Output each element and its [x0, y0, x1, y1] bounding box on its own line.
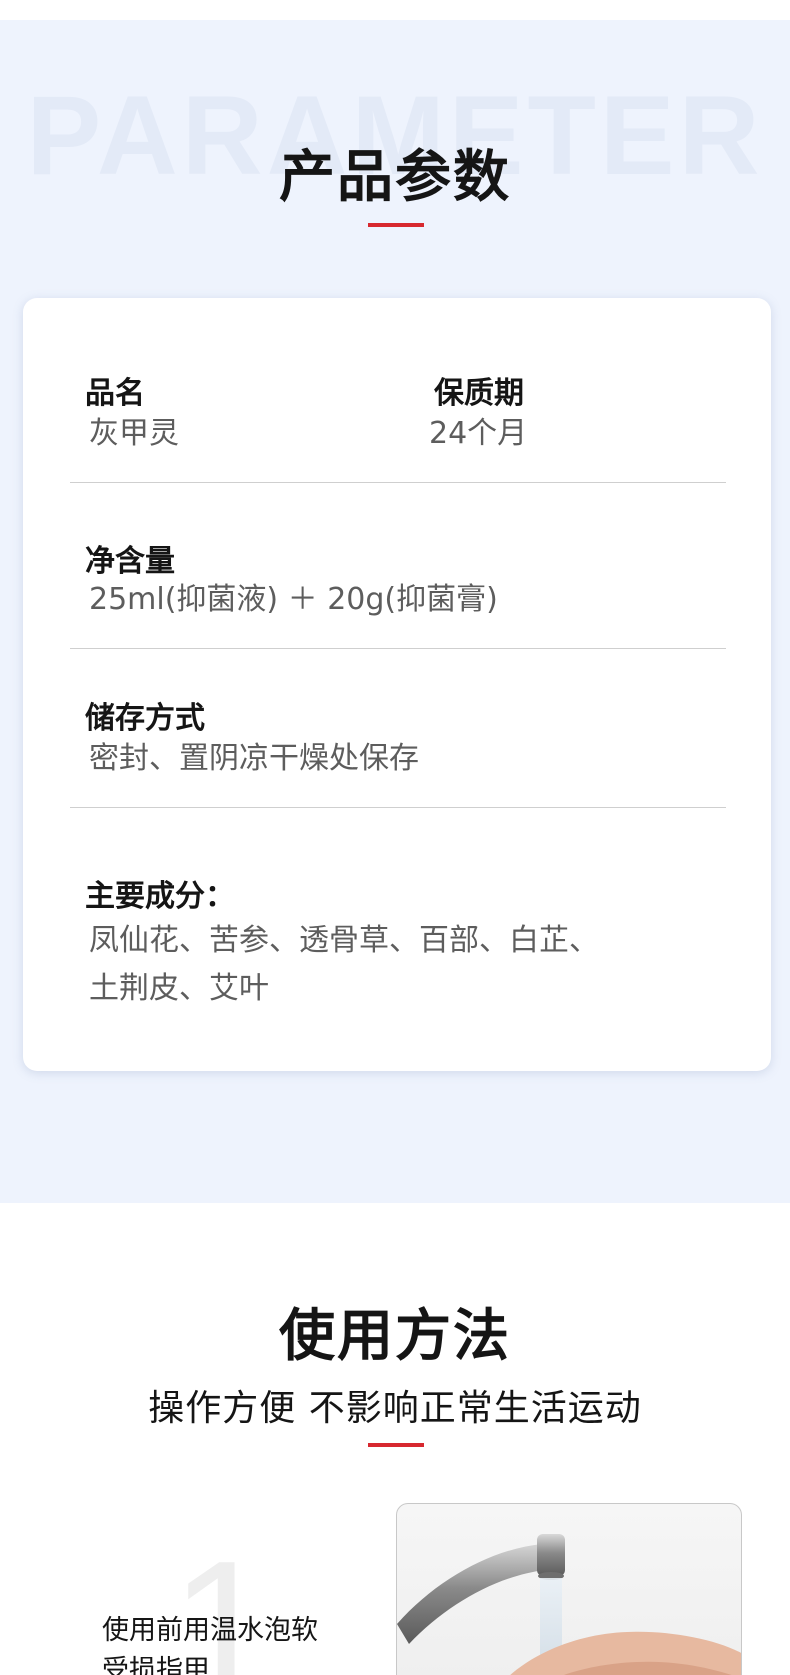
faucet-hand-wash-photo: [396, 1503, 742, 1675]
ingredients-line-1: 凤仙花、苦参、透骨草、百部、白芷、: [89, 923, 599, 958]
product-name-value: 灰甲灵: [89, 416, 179, 451]
step-description: 使用前用温水泡软 受损指甲: [102, 1611, 372, 1675]
step-text-line-2: 受损指甲: [102, 1655, 210, 1675]
storage-value: 密封、置阴凉干燥处保存: [89, 741, 419, 776]
usage-title-underline: [368, 1443, 424, 1447]
ingredients-label: 主要成分：: [85, 879, 235, 914]
divider-2: [70, 648, 726, 649]
divider-1: [70, 482, 726, 483]
faucet-hand-wash-icon: [397, 1534, 741, 1675]
shelf-life-value: 24个月: [429, 416, 528, 451]
usage-title: 使用方法: [279, 1304, 511, 1369]
step-text-line-1: 使用前用温水泡软: [102, 1615, 318, 1646]
parameters-title: 产品参数: [279, 145, 511, 210]
usage-method-section: 使用方法 操作方便 不影响正常生活运动 1 使用前用温水泡软 受损指甲: [0, 1203, 790, 1675]
divider-3: [70, 807, 726, 808]
parameters-title-underline: [368, 223, 424, 227]
net-content-label: 净含量: [85, 544, 175, 579]
product-name-label: 品名: [85, 376, 145, 411]
shelf-life-label: 保质期: [434, 376, 524, 411]
parameters-card: 品名 灰甲灵 保质期 24个月 净含量 25ml(抑菌液) ＋ 20g(抑菌膏)…: [23, 298, 771, 1071]
product-parameters-section: PARAMETER 产品参数 品名 灰甲灵 保质期 24个月 净含量 25ml(…: [0, 20, 790, 1203]
usage-subtitle: 操作方便 不影响正常生活运动: [148, 1388, 642, 1429]
storage-label: 储存方式: [85, 701, 205, 736]
net-content-value: 25ml(抑菌液) ＋ 20g(抑菌膏): [89, 582, 498, 617]
top-strip: [0, 0, 790, 20]
ingredients-line-2: 土荆皮、艾叶: [89, 971, 269, 1006]
